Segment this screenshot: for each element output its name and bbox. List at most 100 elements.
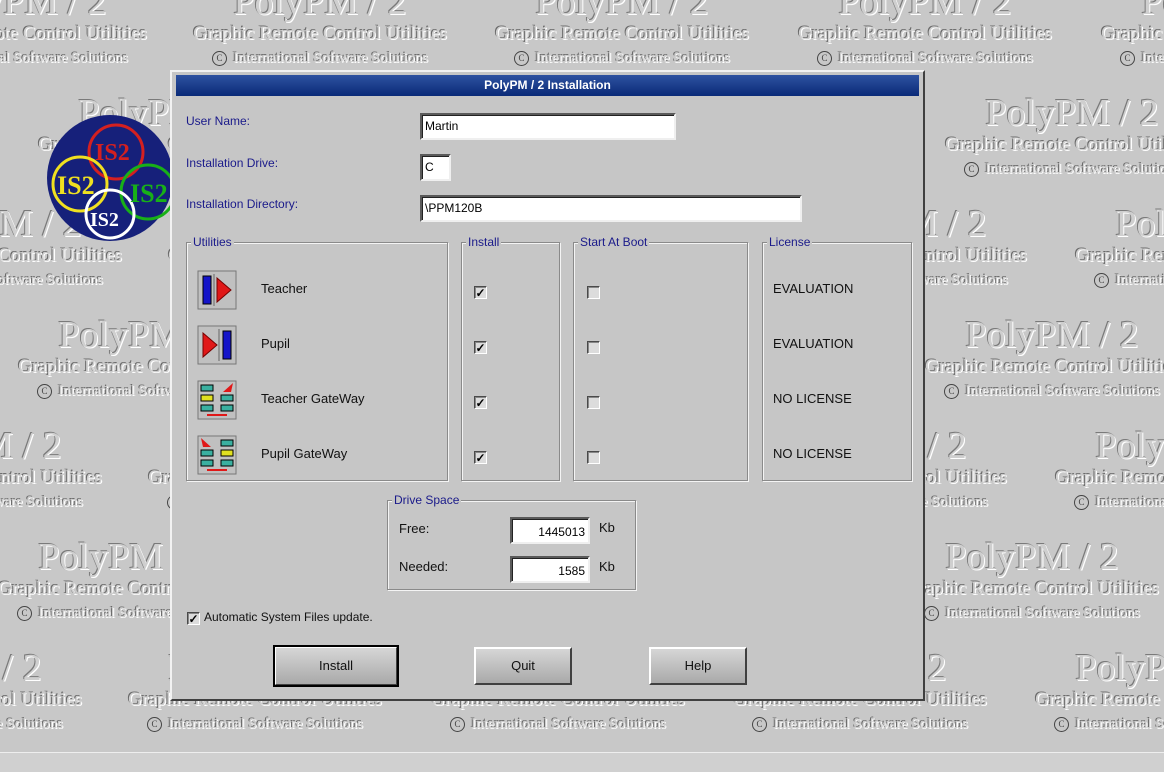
wallpaper-copyright: CInternational Software Solutions bbox=[1078, 46, 1164, 70]
wallpaper-copyright: CInternational Software Solutions bbox=[0, 716, 63, 732]
wallpaper-tile: PolyPM / 2Graphic Remote Control Utiliti… bbox=[902, 315, 1164, 403]
needed-space-unit: Kb bbox=[599, 559, 615, 574]
wallpaper-tile: PolyPM / 2Graphic Remote Control Utiliti… bbox=[1012, 648, 1164, 736]
installation-drive-label: Installation Drive: bbox=[186, 156, 279, 170]
wallpaper-subtitle: Graphic Remote Control Utilities bbox=[193, 23, 447, 44]
copyright-icon: C bbox=[752, 717, 768, 733]
installation-directory-input[interactable]: \PPM120B bbox=[420, 195, 802, 222]
wallpaper-title: PolyPM / 2 bbox=[1095, 425, 1164, 467]
wallpaper-copyright: CInternational Software Solutions bbox=[902, 379, 1164, 403]
license-group-title: License bbox=[767, 235, 813, 249]
install-teacher-gateway-checkbox[interactable]: ✓ bbox=[474, 396, 487, 409]
copyright-icon: C bbox=[147, 717, 163, 733]
help-button[interactable]: Help bbox=[649, 647, 747, 685]
free-space-unit: Kb bbox=[599, 520, 615, 535]
wallpaper-title: PolyPM / 2 bbox=[0, 93, 15, 133]
wallpaper-subtitle: Graphic Remote Control Utilities bbox=[1035, 689, 1164, 710]
wallpaper-subtitle: Graphic Remote Control Utilities bbox=[0, 23, 147, 44]
wallpaper-tile: PolyPM / 2Graphic Remote Control Utiliti… bbox=[922, 93, 1164, 181]
copyright-icon: C bbox=[817, 51, 833, 67]
wallpaper-tile: PolyPM / 2Graphic Remote Control Utiliti… bbox=[775, 0, 1075, 70]
wallpaper-subtitle: Graphic Remote Control Utilities bbox=[0, 245, 122, 266]
wallpaper-subtitle: Graphic Remote Control Utilities bbox=[495, 23, 749, 44]
drive-space-group-title: Drive Space bbox=[392, 493, 462, 507]
wallpaper-subtitle: Graphic Remote Control Utilities bbox=[1055, 467, 1164, 488]
boot-pupil-checkbox[interactable] bbox=[587, 341, 600, 354]
wallpaper-tile: PolyPM / 2Graphic Remote Control Utiliti… bbox=[0, 648, 105, 736]
wallpaper-title: PolyPM / 2 bbox=[0, 647, 42, 689]
wallpaper-copyright: CInternational Software Solutions bbox=[170, 46, 470, 70]
teacher-label: Teacher bbox=[261, 281, 308, 296]
wallpaper-subtitle: Graphic Remote Control Utilities bbox=[945, 134, 1164, 155]
wallpaper-title: PolyPM / 2 bbox=[965, 314, 1139, 356]
wallpaper-copyright: CInternational Software Solutions bbox=[0, 157, 15, 181]
wallpaper-subtitle: Graphic Remote Control Utilities bbox=[798, 23, 1052, 44]
wallpaper-title: PolyPM / 2 bbox=[838, 0, 1012, 23]
wallpaper-title: PolyPM / 2 bbox=[535, 0, 709, 23]
install-pupil-checkbox[interactable]: ✓ bbox=[474, 341, 487, 354]
wallpaper-title: PolyPM / 2 bbox=[1141, 0, 1164, 23]
boot-teacher-gateway-checkbox[interactable] bbox=[587, 396, 600, 409]
copyright-icon: C bbox=[37, 384, 53, 400]
wallpaper-tile: PolyPM / 2Graphic Remote Control Utiliti… bbox=[0, 0, 170, 70]
teacher-license-status: EVALUATION bbox=[773, 281, 854, 296]
wallpaper-copyright: CInternational Software Solutions bbox=[710, 712, 1010, 736]
wallpaper-title: PolyPM / 2 bbox=[985, 92, 1159, 134]
wallpaper-tile: PolyPM / 2Graphic Remote Control Utiliti… bbox=[1078, 0, 1164, 70]
auto-update-checkbox[interactable]: ✓ bbox=[187, 612, 200, 625]
wallpaper-copyright: CInternational Software Solutions bbox=[105, 712, 405, 736]
is2-logo: IS2 IS2 IS2 IS2 bbox=[47, 115, 174, 241]
install-pupil-gateway-checkbox[interactable]: ✓ bbox=[474, 451, 487, 464]
wallpaper-copyright: CInternational Software Solutions bbox=[1032, 490, 1164, 514]
install-button[interactable]: Install bbox=[273, 645, 399, 687]
wallpaper-copyright: CInternational Software Solutions bbox=[1012, 712, 1164, 736]
install-group-title: Install bbox=[466, 235, 502, 249]
logo-text-white: IS2 bbox=[90, 209, 119, 231]
wallpaper-tile: PolyPM / 2Graphic Remote Control Utiliti… bbox=[1052, 204, 1164, 292]
logo-text-yellow: IS2 bbox=[57, 171, 95, 200]
wallpaper-title: PolyPM / 2 bbox=[0, 0, 107, 23]
dialog-title[interactable]: PolyPM / 2 Installation bbox=[176, 75, 919, 96]
copyright-icon: C bbox=[1120, 51, 1136, 67]
wallpaper-copyright: CInternational Software Solutions bbox=[0, 272, 103, 288]
free-space-label: Free: bbox=[399, 521, 430, 536]
wallpaper-copyright: CInternational Software Solutions bbox=[922, 157, 1164, 181]
copyright-icon: C bbox=[944, 384, 960, 400]
teacher-gateway-license-status: NO LICENSE bbox=[773, 391, 852, 406]
user-name-label: User Name: bbox=[186, 114, 251, 128]
copyright-icon: C bbox=[964, 162, 980, 178]
copyright-icon: C bbox=[514, 51, 530, 67]
wallpaper-tile: PolyPM / 2Graphic Remote Control Utiliti… bbox=[472, 0, 772, 70]
installation-drive-input[interactable]: C bbox=[420, 154, 451, 181]
installation-directory-label: Installation Directory: bbox=[186, 197, 299, 211]
needed-space-label: Needed: bbox=[399, 559, 449, 574]
user-name-input[interactable]: Martin bbox=[420, 113, 676, 140]
wallpaper-subtitle: Graphic Remote Control Utilities bbox=[0, 689, 82, 710]
logo-text-green: IS2 bbox=[130, 179, 168, 208]
copyright-icon: C bbox=[450, 717, 466, 733]
copyright-icon: C bbox=[1074, 495, 1090, 511]
teacher-icon bbox=[197, 270, 237, 310]
quit-button[interactable]: Quit bbox=[474, 647, 572, 685]
pupil-gateway-license-status: NO LICENSE bbox=[773, 446, 852, 461]
start-at-boot-group: Start At Boot bbox=[573, 235, 748, 481]
install-group: Install ✓ ✓ ✓ ✓ bbox=[461, 235, 560, 481]
copyright-icon: C bbox=[1094, 273, 1110, 289]
free-space-value: 1445013 bbox=[510, 517, 590, 544]
utilities-group: Utilities Teacher Pupil Teacher GateWay … bbox=[186, 235, 448, 481]
wallpaper-title: PolyPM / 2 bbox=[1115, 203, 1164, 245]
auto-update-label[interactable]: Automatic System Files update. bbox=[204, 610, 373, 624]
logo-text-red: IS2 bbox=[95, 140, 130, 166]
boot-teacher-checkbox[interactable] bbox=[587, 286, 600, 299]
wallpaper-copyright: CInternational Software Solutions bbox=[1052, 268, 1164, 292]
needed-space-value: 1585 bbox=[510, 556, 590, 583]
boot-pupil-gateway-checkbox[interactable] bbox=[587, 451, 600, 464]
copyright-icon: C bbox=[924, 606, 940, 622]
installation-dialog: PolyPM / 2 Installation User Name: Marti… bbox=[170, 70, 925, 701]
wallpaper-title: PolyPM / 2 bbox=[233, 0, 407, 23]
utilities-group-title: Utilities bbox=[191, 235, 234, 249]
wallpaper-subtitle: Graphic Remote Control Utilities bbox=[925, 356, 1164, 377]
install-teacher-checkbox[interactable]: ✓ bbox=[474, 286, 487, 299]
pupil-icon bbox=[197, 325, 237, 365]
wallpaper-tile: PolyPM / 2Graphic Remote Control Utiliti… bbox=[0, 93, 15, 181]
